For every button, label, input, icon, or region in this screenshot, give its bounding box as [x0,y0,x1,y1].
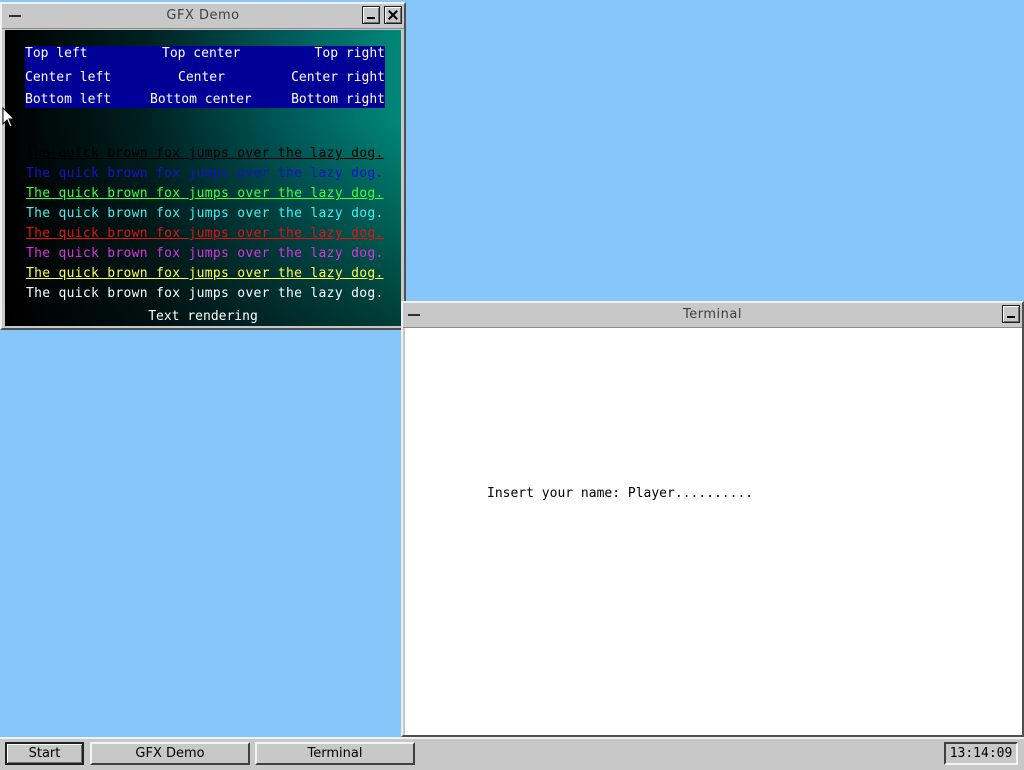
mouse-cursor-icon [2,107,16,128]
demo-caption: Text rendering [148,309,258,324]
minimize-button[interactable] [362,6,380,24]
label-center-right: Center right [291,70,385,85]
close-button[interactable] [384,6,402,24]
start-button[interactable]: Start [5,742,84,765]
gfx-demo-titlebar[interactable]: GFX Demo [2,4,404,29]
gfx-demo-canvas: Top left Top center Top right Center lef… [5,30,401,326]
label-center-left: Center left [25,70,112,85]
label-center: Center [178,70,225,85]
terminal-titlebar[interactable]: Terminal [403,303,1022,328]
label-top-right: Top right [314,46,385,61]
gfx-demo-window[interactable]: GFX Demo Top left Top center Top right C… [0,2,406,330]
sample-text-line: The quick brown fox jumps over the lazy … [26,206,384,221]
terminal-window[interactable]: Terminal Insert your name: Player.......… [401,301,1024,737]
clock: 13:14:09 [944,742,1018,765]
sample-text-line: The quick brown fox jumps over the lazy … [26,246,384,261]
sample-text-line: The quick brown fox jumps over the lazy … [26,166,384,181]
terminal-prompt: Insert your name: Player.......... [487,486,754,501]
label-bottom-center: Bottom center [150,92,252,107]
taskbar-item-terminal[interactable]: Terminal [255,742,415,765]
sample-text-line: The quick brown fox jumps over the lazy … [26,226,384,241]
sample-text-line: The quick brown fox jumps over the lazy … [26,266,384,281]
taskbar-item-gfx-demo[interactable]: GFX Demo [90,742,250,765]
terminal-screen[interactable]: Insert your name: Player.......... [405,328,1022,735]
label-bottom-left: Bottom left [25,92,112,107]
text-alignment-panel: Top left Top center Top right Center lef… [25,46,385,108]
label-bottom-right: Bottom right [291,92,385,107]
label-top-left: Top left [25,46,88,61]
sample-text-line: The quick brown fox jumps over the lazy … [26,286,384,301]
taskbar: Start GFX Demo Terminal 13:14:09 [0,737,1024,770]
terminal-title: Terminal [683,307,742,322]
label-top-center: Top center [162,46,241,61]
minimize-button[interactable] [1002,305,1020,323]
sample-text-line: The quick brown fox jumps over the lazy … [26,186,384,201]
gfx-demo-title: GFX Demo [166,8,240,23]
sample-text-line: The quick brown fox jumps over the lazy … [26,146,384,161]
